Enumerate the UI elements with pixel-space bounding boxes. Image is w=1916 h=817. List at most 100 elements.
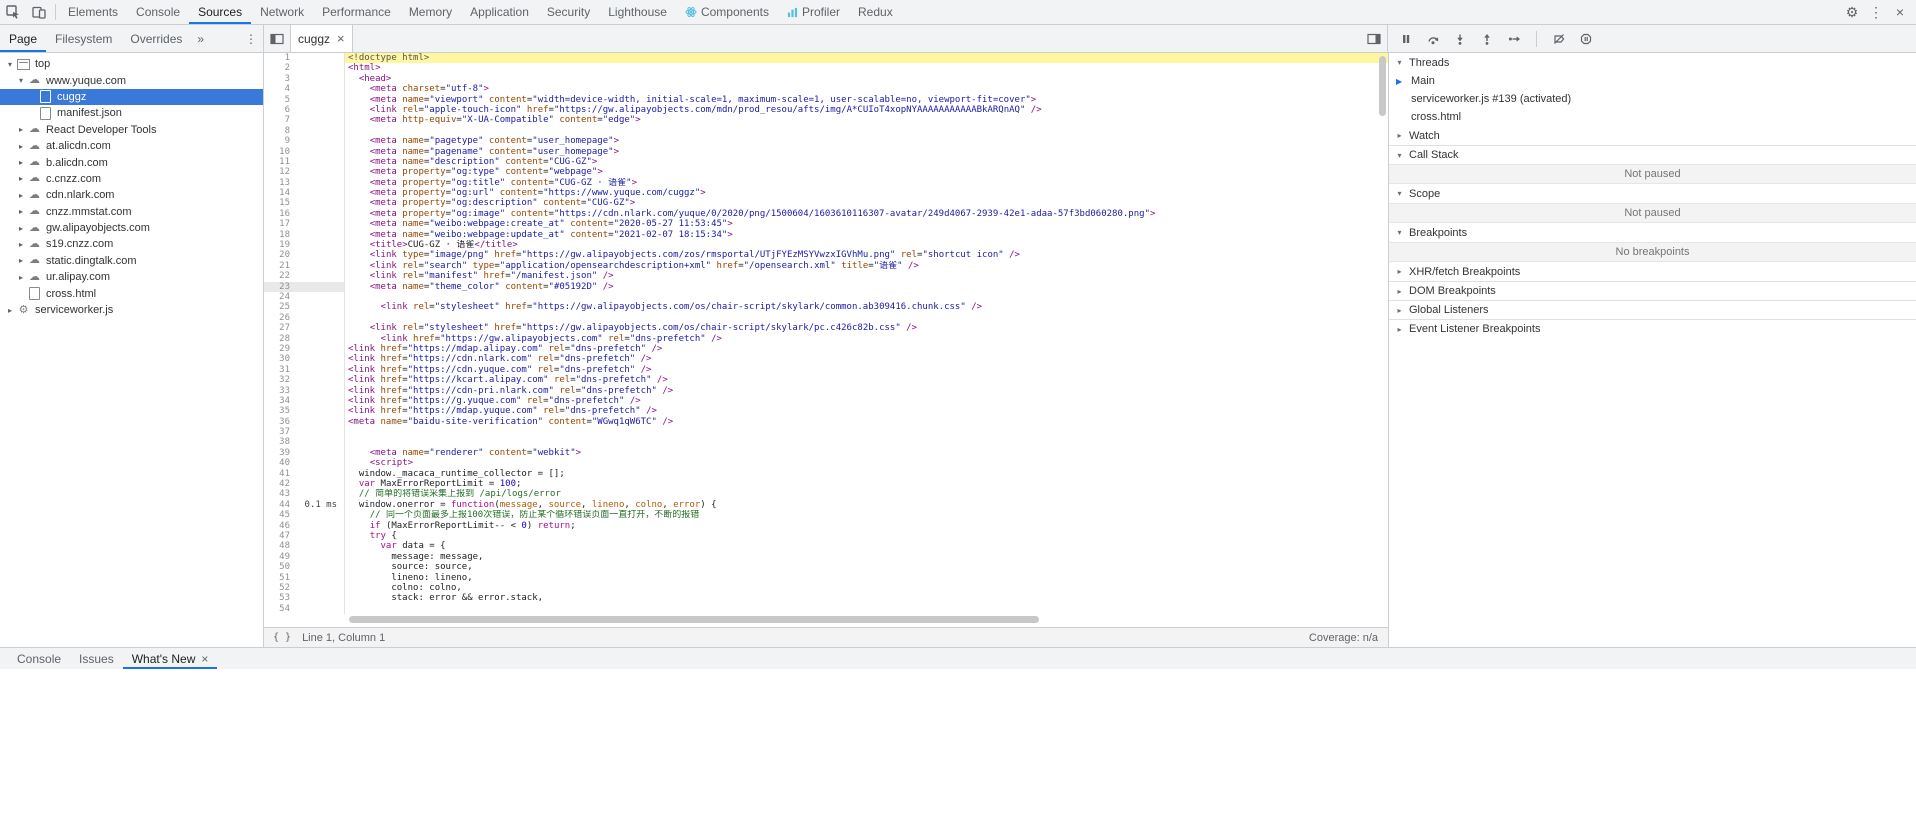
file-tree-item-b-alicdn-com[interactable]: ▸ b.alicdn.com [0, 154, 263, 170]
file-tree-item-ur-alipay-com[interactable]: ▸ ur.alipay.com [0, 269, 263, 285]
pause-button[interactable] [1398, 31, 1414, 47]
vertical-scrollbar[interactable] [1379, 56, 1386, 116]
code-line[interactable] [345, 437, 1388, 447]
gutter-line-number[interactable]: 54 [264, 603, 345, 615]
gutter-line-number[interactable]: 47 [264, 530, 345, 542]
code-line[interactable]: <link href="https://mdap.yuque.com" rel=… [345, 406, 1388, 416]
step-over-button[interactable] [1425, 31, 1441, 47]
inspect-element-icon[interactable] [0, 0, 26, 24]
section-header-threads[interactable]: ▾ Threads [1389, 53, 1916, 72]
code-line[interactable] [345, 292, 1388, 302]
gutter-line-number[interactable]: 41 [264, 468, 345, 480]
gutter-line-number[interactable]: 31 [264, 364, 345, 376]
code-line[interactable]: <link href="https://mdap.alipay.com" rel… [345, 344, 1388, 354]
code-line[interactable]: <link rel="apple-touch-icon" href="https… [345, 105, 1388, 115]
gutter-line-number[interactable]: 16 [264, 208, 345, 220]
file-tree-item-gw-alipayobjects-com[interactable]: ▸ gw.alipayobjects.com [0, 220, 263, 236]
code-line[interactable] [345, 427, 1388, 437]
gutter-line-number[interactable]: 12 [264, 167, 345, 178]
gutter-line-number[interactable]: 39 [264, 447, 345, 459]
gutter-line-number[interactable]: 25 [264, 302, 345, 313]
panel-tab-memory[interactable]: Memory [400, 0, 461, 24]
drawer-tab-what-s-new[interactable]: What's New × [123, 648, 218, 669]
code-line[interactable]: <link href="https://kcart.alipay.com" re… [345, 375, 1388, 385]
show-debugger-panel-icon[interactable] [1361, 25, 1387, 52]
code-line[interactable]: <script> [345, 458, 1388, 468]
gutter-line-number[interactable]: 33 [264, 385, 345, 396]
gutter-line-number[interactable]: 18 [264, 229, 345, 241]
code-line[interactable]: <html> [345, 63, 1388, 73]
code-line[interactable]: <!doctype html> [345, 53, 1388, 64]
gutter-line-number[interactable]: 1 [264, 53, 345, 64]
code-line[interactable]: <link rel="manifest" href="/manifest.jso… [345, 271, 1388, 281]
gutter-line-number[interactable]: 14 [264, 188, 345, 199]
step-out-button[interactable] [1479, 31, 1495, 47]
gutter-line-number[interactable]: 49 [264, 551, 345, 563]
drawer-tab-issues[interactable]: Issues [70, 648, 123, 669]
gutter-line-number[interactable]: 53 [264, 593, 345, 604]
code-line[interactable]: <head> [345, 74, 1388, 84]
gutter-line-number[interactable]: 13 [264, 177, 345, 189]
code-line[interactable]: source: source, [345, 562, 1388, 572]
file-tree-item-s19-cnzz-com[interactable]: ▸ s19.cnzz.com [0, 236, 263, 252]
deactivate-breakpoints-button[interactable] [1551, 31, 1567, 47]
step-button[interactable] [1506, 31, 1522, 47]
gutter-line-number[interactable]: 10 [264, 146, 345, 157]
code-line[interactable]: <meta name="viewport" content="width=dev… [345, 95, 1388, 105]
gutter-line-number[interactable]: 3 [264, 73, 345, 85]
panel-tab-profiler[interactable]: Profiler [778, 0, 849, 24]
file-tree-item-top[interactable]: ▾ top [0, 56, 263, 72]
panel-tab-console[interactable]: Console [127, 0, 189, 24]
gutter-line-number[interactable]: 7 [264, 115, 345, 126]
code-line[interactable]: <meta name="baidu-site-verification" con… [345, 417, 1388, 427]
step-into-button[interactable] [1452, 31, 1468, 47]
section-header-global-listeners[interactable]: ▸ Global Listeners [1389, 300, 1916, 319]
gutter-line-number[interactable]: 23 [264, 281, 345, 292]
close-devtools-icon[interactable]: × [1888, 0, 1912, 24]
gutter-line-number[interactable]: 20 [264, 250, 345, 261]
code-line[interactable]: try { [345, 531, 1388, 541]
gutter-line-number[interactable]: 24 [264, 291, 345, 303]
code-line[interactable]: colno: colno, [345, 583, 1388, 593]
panel-tab-security[interactable]: Security [538, 0, 599, 24]
thread-item-main[interactable]: ▶ Main [1389, 72, 1916, 90]
gutter-line-number[interactable]: 28 [264, 333, 345, 344]
file-tree-item-at-alicdn-com[interactable]: ▸ at.alicdn.com [0, 138, 263, 154]
gutter-line-number[interactable]: 42 [264, 479, 345, 490]
section-header-xhr-fetch-breakpoints[interactable]: ▸ XHR/fetch Breakpoints [1389, 262, 1916, 281]
section-header-dom-breakpoints[interactable]: ▸ DOM Breakpoints [1389, 281, 1916, 300]
code-line[interactable]: <link href="https://cdn.nlark.com" rel="… [345, 354, 1388, 364]
format-pretty-print-button[interactable]: { } [264, 632, 300, 643]
panel-tab-performance[interactable]: Performance [313, 0, 400, 24]
navigator-tab-page[interactable]: Page [0, 25, 46, 52]
code-line[interactable]: var MaxErrorReportLimit = 100; [345, 479, 1388, 489]
pause-on-exceptions-button[interactable] [1578, 31, 1594, 47]
code-line[interactable]: <meta http-equiv="X-UA-Compatible" conte… [345, 115, 1388, 125]
code-line[interactable]: message: message, [345, 552, 1388, 562]
code-line[interactable]: <meta name="renderer" content="webkit"> [345, 448, 1388, 458]
gutter-line-number[interactable]: 40 [264, 458, 345, 469]
section-header-scope[interactable]: ▾ Scope [1389, 184, 1916, 203]
settings-gear-icon[interactable]: ⚙ [1840, 0, 1864, 24]
code-line[interactable]: lineno: lineno, [345, 573, 1388, 583]
code-line[interactable]: <meta name="theme_color" content="#05192… [345, 282, 1388, 292]
code-line[interactable]: window._macaca_runtime_collector = []; [345, 469, 1388, 479]
gutter-line-number[interactable]: 46 [264, 520, 345, 531]
gutter-line-number[interactable]: 48 [264, 541, 345, 552]
gutter-line-number[interactable]: 5 [264, 94, 345, 105]
gutter-line-number[interactable]: 52 [264, 582, 345, 594]
section-header-watch[interactable]: ▸ Watch [1389, 126, 1916, 145]
code-line[interactable]: <meta property="og:image" content="https… [345, 209, 1388, 219]
code-line[interactable]: <meta property="og:url" content="https:/… [345, 188, 1388, 198]
code-line[interactable]: <title>CUG-GZ · 语雀</title> [345, 240, 1388, 250]
code-line[interactable]: <link rel="stylesheet" href="https://gw.… [345, 323, 1388, 333]
code-line[interactable]: <link href="https://g.yuque.com" rel="dn… [345, 396, 1388, 406]
thread-item-serviceworker-js-139-activated[interactable]: serviceworker.js #139 (activated) [1389, 90, 1916, 108]
section-header-call-stack[interactable]: ▾ Call Stack [1389, 145, 1916, 164]
code-line[interactable]: <link rel="stylesheet" href="https://gw.… [345, 302, 1388, 312]
code-line[interactable]: <meta name="pagetype" content="user_home… [345, 136, 1388, 146]
navigator-tab-overrides[interactable]: Overrides [121, 25, 191, 52]
gutter-line-number[interactable]: 22 [264, 271, 345, 282]
gutter-line-number[interactable]: 30 [264, 354, 345, 365]
more-tabs-button[interactable]: » [191, 32, 210, 46]
